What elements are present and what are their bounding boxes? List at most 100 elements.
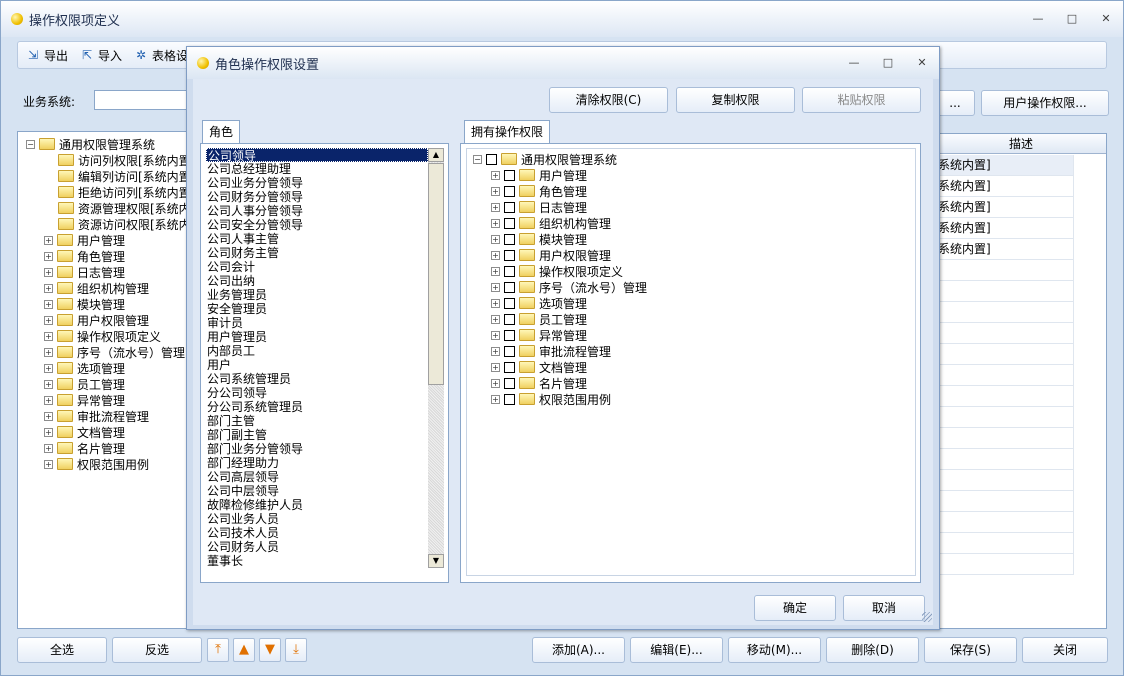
perm-node[interactable]: + 序号（流水号）管理	[491, 279, 647, 295]
role-item[interactable]: 公司安全分管领导	[206, 218, 428, 232]
tree-node[interactable]: + 用户权限管理	[44, 312, 149, 328]
role-item[interactable]: 公司高层领导	[206, 470, 428, 484]
tree-leaf[interactable]: 拒绝访问列[系统内置]	[58, 184, 192, 200]
role-item[interactable]: 故障检修维护人员	[206, 498, 428, 512]
perm-root[interactable]: − 通用权限管理系统	[473, 151, 617, 167]
grid-cell[interactable]	[936, 365, 1074, 386]
roles-list[interactable]: 公司领导 公司总经理助理 公司业务分管领导 公司财务分管领导 公司人事分管领导 公司安全分…	[204, 148, 430, 568]
perm-node[interactable]: + 异常管理	[491, 327, 587, 343]
grid-cell[interactable]	[936, 323, 1074, 344]
minimize-icon[interactable]: —	[1031, 13, 1045, 25]
description-grid[interactable]: 描述 系统内置] 系统内置] 系统内置] 系统内置] 系统内置]	[935, 133, 1107, 629]
collapse-icon[interactable]: −	[26, 139, 35, 149]
checkbox[interactable]	[504, 217, 515, 229]
checkbox[interactable]	[504, 393, 515, 405]
expand-icon[interactable]: +	[44, 395, 53, 405]
checkbox[interactable]	[504, 361, 515, 373]
expand-icon[interactable]: +	[44, 299, 53, 309]
role-item[interactable]: 公司出纳	[206, 274, 428, 288]
copy-permission-button[interactable]: 复制权限	[676, 87, 795, 113]
save-button[interactable]: 保存(S)	[924, 637, 1017, 663]
role-item[interactable]: 公司总经理助理	[206, 162, 428, 176]
role-item[interactable]: 用户管理员	[206, 330, 428, 344]
role-item[interactable]: 公司业务人员	[206, 512, 428, 526]
expand-icon[interactable]: +	[44, 459, 53, 469]
role-item[interactable]: 部门副主管	[206, 428, 428, 442]
grid-cell[interactable]	[936, 407, 1074, 428]
role-item[interactable]: 分公司领导	[206, 386, 428, 400]
edit-button[interactable]: 编辑(E)...	[630, 637, 723, 663]
role-item[interactable]: 部门主管	[206, 414, 428, 428]
dialog-maximize-icon[interactable]: □	[881, 57, 895, 69]
expand-icon[interactable]: +	[44, 363, 53, 373]
checkbox[interactable]	[504, 297, 515, 309]
checkbox[interactable]	[504, 345, 515, 357]
resize-grip-icon[interactable]	[922, 612, 932, 622]
move-top-icon[interactable]: ⤒	[207, 638, 229, 662]
role-item[interactable]: 董事长	[206, 554, 428, 568]
expand-icon[interactable]: +	[491, 234, 500, 244]
expand-icon[interactable]: +	[491, 330, 500, 340]
checkbox[interactable]	[504, 329, 515, 341]
move-button[interactable]: 移动(M)...	[728, 637, 821, 663]
expand-icon[interactable]: +	[491, 218, 500, 228]
clear-permission-button[interactable]: 清除权限(C)	[549, 87, 668, 113]
tree-node[interactable]: + 员工管理	[44, 376, 125, 392]
tree-node[interactable]: + 组织机构管理	[44, 280, 149, 296]
expand-icon[interactable]: +	[44, 411, 53, 421]
expand-icon[interactable]: +	[491, 266, 500, 276]
expand-icon[interactable]: +	[491, 250, 500, 260]
tree-leaf[interactable]: 资源管理权限[系统内置]	[58, 200, 192, 216]
tree-node[interactable]: + 选项管理	[44, 360, 125, 376]
tree-node[interactable]: + 名片管理	[44, 440, 125, 456]
import-button[interactable]: ⇱ 导入	[80, 47, 122, 64]
role-item[interactable]: 业务管理员	[206, 288, 428, 302]
tree-node[interactable]: + 日志管理	[44, 264, 125, 280]
grid-cell[interactable]	[936, 491, 1074, 512]
tree-node[interactable]: + 审批流程管理	[44, 408, 149, 424]
perm-node[interactable]: + 权限范围用例	[491, 391, 611, 407]
roles-scrollbar[interactable]: ▲ ▼	[428, 148, 444, 568]
tab-owned-permissions[interactable]: 拥有操作权限	[464, 120, 551, 144]
grid-cell[interactable]	[936, 260, 1074, 281]
perm-node[interactable]: + 操作权限项定义	[491, 263, 623, 279]
expand-icon[interactable]: +	[44, 331, 53, 341]
grid-cell[interactable]: 系统内置]	[936, 218, 1074, 239]
grid-cell[interactable]: 系统内置]	[936, 155, 1074, 176]
scroll-down-icon[interactable]: ▼	[428, 554, 444, 568]
expand-icon[interactable]: +	[491, 346, 500, 356]
perm-node[interactable]: + 用户权限管理	[491, 247, 611, 263]
checkbox[interactable]	[504, 201, 515, 213]
role-item[interactable]: 公司领导	[206, 148, 428, 163]
collapse-icon[interactable]: −	[473, 154, 482, 164]
tree-leaf[interactable]: 资源访问权限[系统内置]	[58, 216, 192, 232]
role-item[interactable]: 用户	[206, 358, 428, 372]
tree-node[interactable]: + 文档管理	[44, 424, 125, 440]
move-bottom-icon[interactable]: ⤓	[285, 638, 307, 662]
perm-node[interactable]: + 模块管理	[491, 231, 587, 247]
checkbox[interactable]	[504, 265, 515, 277]
tree-node[interactable]: + 模块管理	[44, 296, 125, 312]
select-all-button[interactable]: 全选	[17, 637, 107, 663]
role-item[interactable]: 部门业务分管领导	[206, 442, 428, 456]
move-up-icon[interactable]: ▲	[233, 638, 255, 662]
perm-node[interactable]: + 用户管理	[491, 167, 587, 183]
role-item[interactable]: 内部员工	[206, 344, 428, 358]
checkbox[interactable]	[504, 233, 515, 245]
role-item[interactable]: 公司技术人员	[206, 526, 428, 540]
checkbox[interactable]	[504, 313, 515, 325]
move-down-icon[interactable]: ▼	[259, 638, 281, 662]
expand-icon[interactable]: +	[44, 347, 53, 357]
checkbox[interactable]	[504, 169, 515, 181]
permissions-tree[interactable]: − 通用权限管理系统 + 用户管理 + 角色管理 + 日志管理 + 组织机构管理 + 模块管理 + 用户权…	[466, 148, 916, 576]
expand-icon[interactable]: +	[491, 282, 500, 292]
paste-permission-button[interactable]: 粘贴权限	[802, 87, 921, 113]
role-item[interactable]: 公司系统管理员	[206, 372, 428, 386]
role-item[interactable]: 部门经理助力	[206, 456, 428, 470]
cancel-button[interactable]: 取消	[843, 595, 925, 621]
perm-node[interactable]: + 日志管理	[491, 199, 587, 215]
tree-node[interactable]: + 权限范围用例	[44, 456, 149, 472]
grid-cell[interactable]	[936, 281, 1074, 302]
dialog-minimize-icon[interactable]: —	[847, 57, 861, 69]
grid-cell[interactable]	[936, 344, 1074, 365]
